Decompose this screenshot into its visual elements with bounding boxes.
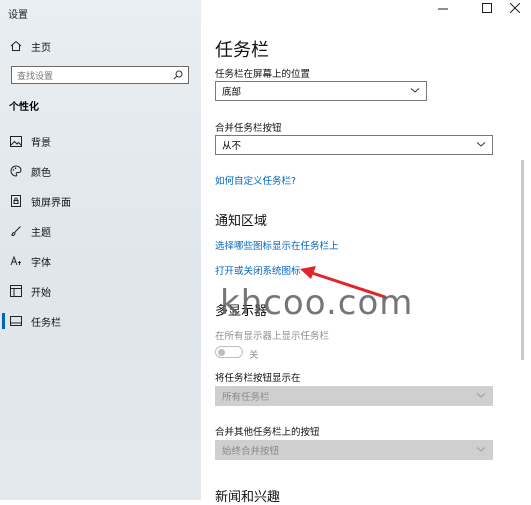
annotation-arrow xyxy=(300,266,387,299)
watermark-text: khcoo.com xyxy=(220,283,414,323)
